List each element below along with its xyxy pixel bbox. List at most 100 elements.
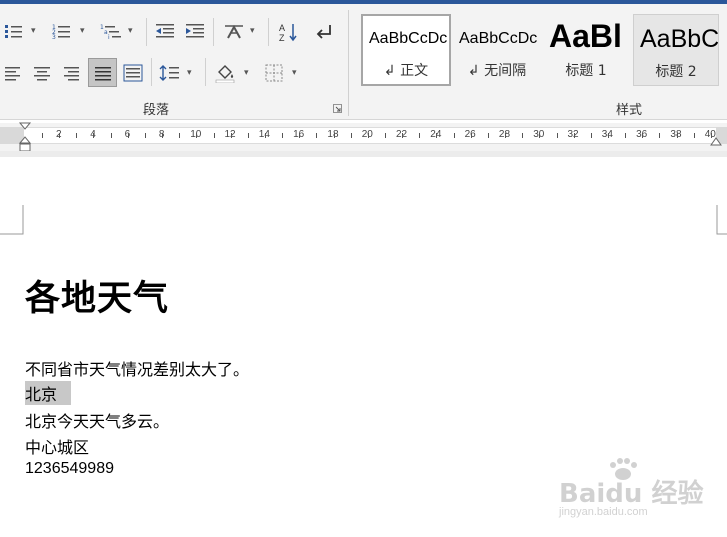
numbering-dropdown-icon[interactable]: ▾ [80,26,85,36]
indent-marker-icon[interactable] [18,122,32,154]
style-preview: AaBbCcDc [459,30,538,47]
ruler-tick [505,133,507,138]
paint-bucket-icon [215,65,235,83]
chinese-layout-dropdown-icon[interactable]: ▾ [250,26,255,36]
ruler-tick [144,133,146,138]
shading-dropdown-icon[interactable]: ▾ [244,68,249,78]
align-center-button[interactable] [31,60,53,86]
style-heading-2[interactable]: AaBbC 标题 2 [633,14,719,86]
ruler-tick [453,133,455,138]
ruler-tick [59,133,61,138]
justify-icon [94,66,111,80]
ruler-tick [213,133,215,138]
svg-text:i: i [108,34,110,40]
style-normal[interactable]: AaBbCcDc ↲ 正文 [361,14,451,86]
style-name: 标题 1 [565,63,607,79]
borders-button[interactable] [262,60,286,86]
style-preview: AaBl [549,18,622,54]
paragraph[interactable]: 北京今天天气多云。 [25,408,169,432]
multilevel-list-button[interactable]: 1 a i [98,20,124,42]
ruler-tick [333,133,335,138]
multilevel-dropdown-icon[interactable]: ▾ [128,26,133,36]
styles-gallery: AaBbCcDc ↲ 正文 AaBbCcDc ↲ 无间隔 AaBl 标题 1 A… [361,14,721,90]
ruler-tick [350,133,352,138]
styles-group-label: 样式 [616,103,643,118]
align-right-button[interactable] [61,60,83,86]
selected-paragraph[interactable]: 北京 [25,381,72,405]
group-separator [348,10,349,116]
distributed-button[interactable] [121,60,145,86]
sort-button[interactable]: A Z [276,20,300,44]
svg-text:Z: Z [279,33,285,43]
ruler-tick [76,133,78,138]
align-left-icon [5,67,20,81]
chinese-layout-icon [225,24,243,39]
numbering-button[interactable]: 1 2 3 [50,20,72,42]
ruler-tick [470,133,472,138]
chinese-layout-button[interactable] [221,20,247,42]
align-center-icon [34,67,50,81]
ruler-tick [573,133,575,138]
separator [146,18,147,46]
style-name: ↲ 无间隔 [467,63,527,79]
ruler-tick [522,133,524,138]
distributed-icon [123,64,143,82]
ruler-tick [367,133,369,138]
ruler-tick [607,133,609,138]
separator [151,58,152,86]
ruler-tick [196,133,198,138]
paragraph-group-label: 段落 [143,103,170,118]
align-right-icon [64,67,79,81]
ruler-tick [539,133,541,138]
ruler-tick [590,133,592,138]
separator [268,18,269,46]
document-heading[interactable]: 各地天气 [25,270,169,321]
svg-text:3: 3 [52,34,56,40]
ruler-tick [676,133,678,138]
ruler-tick [299,133,301,138]
justify-button[interactable] [88,58,117,87]
shading-button[interactable] [212,60,238,86]
multilevel-list-icon: 1 a i [100,24,121,40]
ruler-tick [556,133,558,138]
increase-indent-icon [186,24,204,38]
line-spacing-button[interactable] [158,60,182,86]
ruler-tick [659,133,661,138]
borders-dropdown-icon[interactable]: ▾ [292,68,297,78]
ruler-tick [179,133,181,138]
ruler-tick [282,133,284,138]
borders-icon [265,64,283,82]
style-name: ↲ 正文 [383,63,429,79]
ruler-tick [42,133,43,138]
style-no-spacing[interactable]: AaBbCcDc ↲ 无间隔 [453,14,541,86]
increase-indent-button[interactable] [183,20,207,42]
watermark-url: jingyan.baidu.com [559,506,648,518]
align-left-button[interactable] [2,60,24,86]
ruler-tick [247,133,249,138]
ruler-tick [316,133,318,138]
separator [205,58,206,86]
ruler-tick [642,133,644,138]
watermark: Baidu 经验 jingyan.baidu.com [553,455,713,525]
paragraph[interactable]: 1236549989 [25,460,114,478]
paragraph[interactable]: 中心城区 [25,434,89,458]
ruler-tick [110,133,112,138]
sort-icon: A Z [279,23,297,43]
ruler-tick [436,133,438,138]
bullets-button[interactable] [2,20,24,42]
ruler-tick [625,133,627,138]
ruler-tick [710,133,712,138]
show-marks-button[interactable] [312,20,336,44]
bullets-dropdown-icon[interactable]: ▾ [31,26,36,36]
style-heading-1[interactable]: AaBl 标题 1 [543,14,629,86]
decrease-indent-button[interactable] [153,20,177,42]
bullets-icon [5,25,22,38]
style-preview: AaBbC [640,25,719,53]
ruler-tick [693,133,695,138]
page-corner-mark [716,205,727,235]
dialog-launcher-icon[interactable] [333,104,342,113]
line-spacing-dropdown-icon[interactable]: ▾ [187,68,192,78]
watermark-brand: Baidu 经验 [559,479,704,509]
paragraph[interactable]: 不同省市天气情况差别太大了。 [25,356,249,380]
numbering-icon: 1 2 3 [52,24,70,40]
